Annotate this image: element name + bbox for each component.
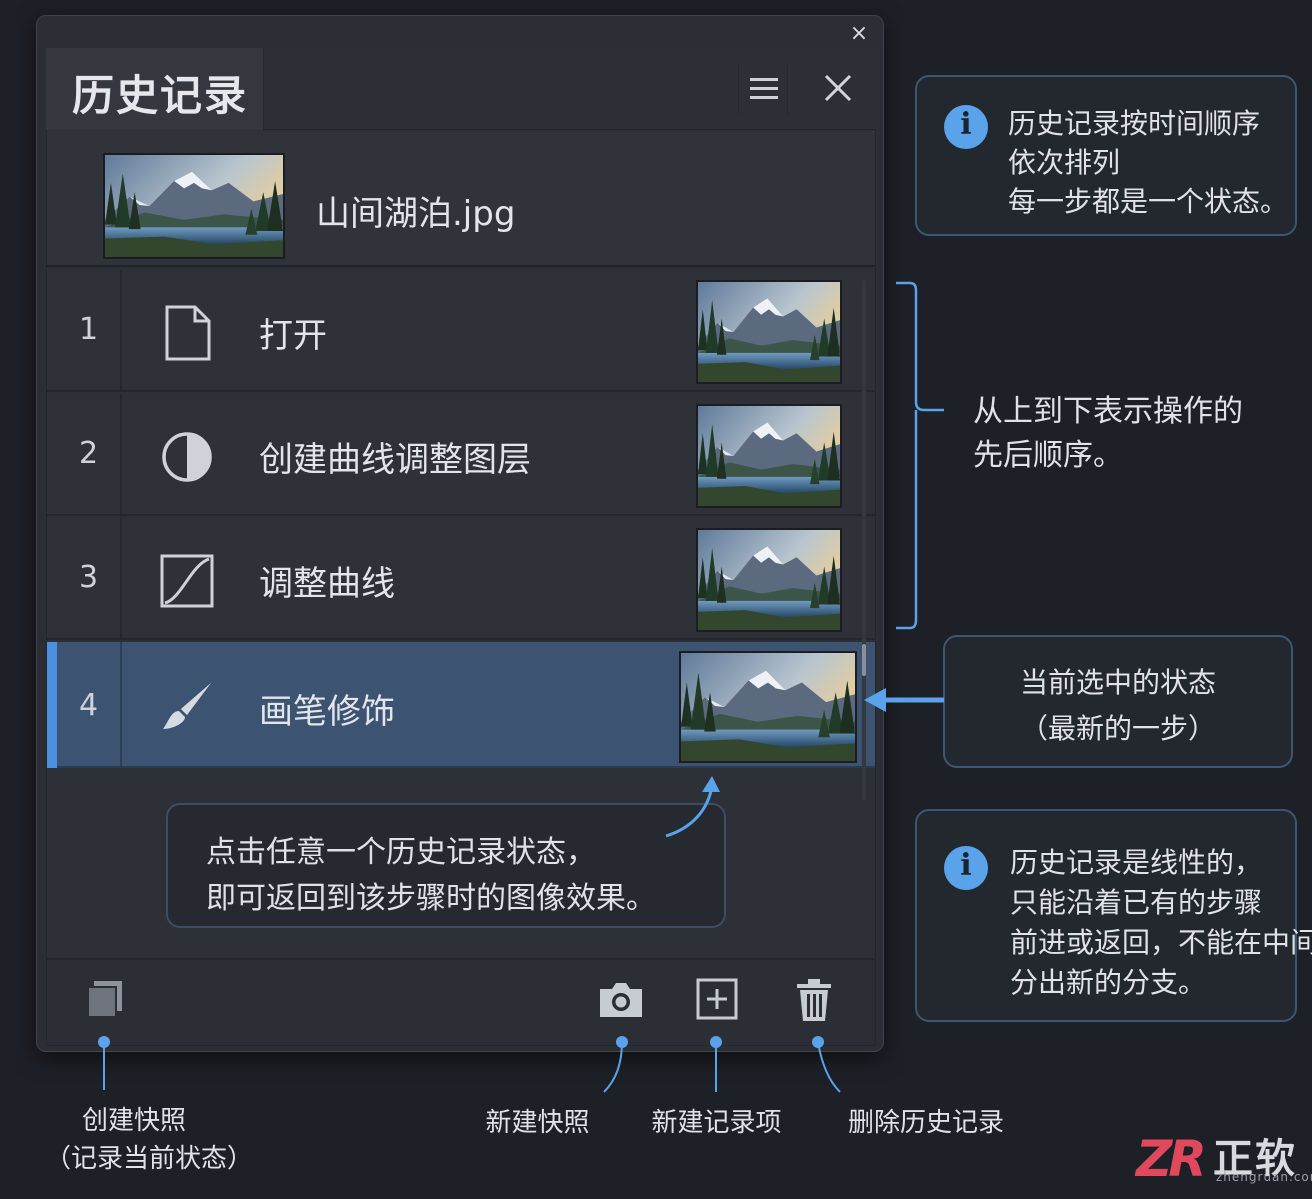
add-square-icon	[696, 978, 738, 1020]
info-icon: i	[944, 105, 988, 149]
callout-line: 当前选中的状态	[1019, 666, 1216, 699]
create-snapshot-sublabel: （记录当前状态）	[44, 1144, 253, 1174]
window-close-button[interactable]: ×	[846, 21, 872, 47]
delete-history-button[interactable]	[789, 975, 839, 1025]
history-label: 调整曲线	[259, 564, 395, 604]
current-state-arrow	[864, 688, 944, 712]
history-label: 打开	[259, 316, 327, 356]
callout-chronological-order: i 历史记录按时间顺序 依次排列 每一步都是一个状态。	[915, 75, 1297, 236]
trash-icon	[797, 979, 831, 1021]
info-icon: i	[944, 846, 988, 890]
callout-line: 分出新的分支。	[1010, 966, 1207, 999]
sequence-note-line: 从上到下表示操作的	[973, 394, 1243, 429]
history-thumbnail	[696, 528, 842, 632]
new-snapshot-button[interactable]	[596, 975, 646, 1025]
history-index: 3	[79, 560, 99, 595]
history-item-adjust-curves[interactable]: 3 调整曲线	[47, 518, 875, 640]
create-snapshot-label: 创建快照	[81, 1106, 186, 1136]
callout-current-state: 当前选中的状态 （最新的一步）	[943, 635, 1293, 768]
new-history-item-button[interactable]	[692, 975, 742, 1025]
callout-line: （最新的一步）	[1019, 712, 1216, 745]
footer-connectors	[98, 1036, 841, 1093]
callout-line: 历史记录按时间顺序	[1008, 107, 1261, 140]
close-icon: ×	[849, 21, 869, 46]
document-thumbnail	[103, 153, 285, 259]
tooltip-line: 即可返回到该步骤时的图像效果。	[206, 881, 656, 916]
history-thumbnail	[696, 404, 842, 508]
callout-line: 历史记录是线性的，	[1010, 846, 1263, 879]
history-index: 2	[79, 436, 99, 471]
tooltip-line: 点击任意一个历史记录状态，	[206, 835, 596, 870]
history-index: 4	[79, 688, 99, 723]
watermark-logo: ZR	[1136, 1130, 1207, 1188]
tooltip-arrow	[665, 776, 720, 838]
callout-line: 依次排列	[1008, 146, 1121, 179]
camera-icon	[600, 983, 642, 1017]
history-item-create-curves-layer[interactable]: 2 创建曲线调整图层	[47, 394, 875, 516]
delete-history-label: 删除历史记录	[847, 1108, 1004, 1138]
panel-close-button[interactable]	[812, 64, 864, 114]
history-thumbnail	[696, 280, 842, 384]
selected-indicator	[47, 642, 57, 768]
callout-line: 只能沿着已有的步骤	[1010, 886, 1263, 919]
scrollbar-thumb[interactable]	[862, 644, 866, 676]
panel-title: 历史记录	[72, 71, 249, 120]
history-thumbnail	[679, 651, 857, 763]
sequence-note-line: 先后顺序。	[973, 438, 1123, 473]
click-hint-tooltip: 点击任意一个历史记录状态， 即可返回到该步骤时的图像效果。	[166, 803, 726, 928]
new-snapshot-label: 新建快照	[485, 1108, 590, 1138]
range-bracket	[896, 281, 944, 630]
close-icon	[824, 74, 852, 102]
create-snapshot-button[interactable]	[80, 975, 130, 1025]
brush-icon	[157, 677, 217, 737]
curves-icon	[157, 551, 217, 611]
history-index: 1	[79, 312, 99, 347]
history-item-open[interactable]: 1 打开	[47, 270, 875, 392]
history-label: 画笔修饰	[259, 692, 395, 732]
callout-linear-history: i 历史记录是线性的， 只能沿着已有的步骤 前进或返回，不能在中间 分出新的分支…	[915, 809, 1312, 1022]
document-name: 山间湖泊.jpg	[316, 194, 516, 234]
hamburger-menu-icon	[750, 78, 778, 99]
new-history-item-label: 新建记录项	[651, 1108, 782, 1138]
panel-menu-button[interactable]	[738, 64, 788, 114]
history-label: 创建曲线调整图层	[259, 440, 531, 480]
callout-line: 每一步都是一个状态。	[1008, 185, 1289, 218]
document-icon	[157, 303, 217, 363]
half-circle-contrast-icon	[157, 427, 217, 487]
callout-line: 前进或返回，不能在中间	[1010, 926, 1312, 959]
copy-snapshot-icon	[87, 981, 122, 1018]
scrollbar-track[interactable]	[862, 280, 866, 800]
history-item-brush-retouch[interactable]: 4 画笔修饰	[47, 642, 875, 768]
watermark-url: zhengruan.com	[1216, 1170, 1312, 1184]
